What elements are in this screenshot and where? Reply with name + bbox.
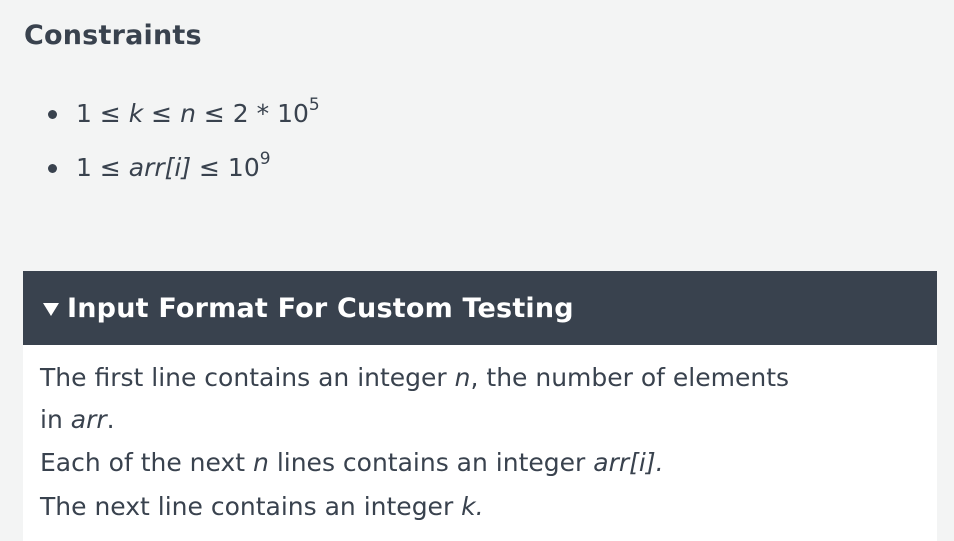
constraint-text: ≤ 10 xyxy=(191,153,260,182)
var-n: n xyxy=(454,363,471,392)
input-format-line-2: Each of the next n lines contains an int… xyxy=(40,441,919,485)
constraint-item-k-n: 1 ≤ k ≤ n ≤ 2 * 105 xyxy=(48,96,320,150)
input-format-heading: Input Format For Custom Testing xyxy=(67,292,574,324)
text: lines contains an integer xyxy=(268,448,594,477)
text: in xyxy=(40,405,71,434)
var-arr: arr xyxy=(70,405,107,434)
constraint-var-n: n xyxy=(180,99,196,128)
text: . xyxy=(106,405,115,434)
var-k: k. xyxy=(461,492,484,521)
constraint-var-k: k xyxy=(128,99,144,128)
problem-statement-section: Constraints 1 ≤ k ≤ n ≤ 2 * 105 1 ≤ arr[… xyxy=(0,0,954,541)
constraint-exponent: 9 xyxy=(259,149,271,169)
text: Each of the next xyxy=(40,448,254,477)
text: , the number of elements xyxy=(470,363,790,392)
input-format-line-1: The first line contains an integer n, th… xyxy=(40,357,919,441)
constraints-list: 1 ≤ k ≤ n ≤ 2 * 105 1 ≤ arr[i] ≤ 109 xyxy=(48,96,320,204)
input-format-line-3: The next line contains an integer k. xyxy=(40,485,919,529)
input-format-body: The first line contains an integer n, th… xyxy=(23,345,937,541)
constraint-text: 1 ≤ xyxy=(76,153,129,182)
constraint-item-arr: 1 ≤ arr[i] ≤ 109 xyxy=(48,150,320,204)
var-arr-i: arr[i]. xyxy=(593,448,664,477)
text: The next line contains an integer xyxy=(40,492,462,521)
constraint-var-arr: arr[i] xyxy=(128,153,192,182)
constraint-text: ≤ 2 * 10 xyxy=(195,99,309,128)
constraint-exponent: 5 xyxy=(308,95,320,115)
text: The first line contains an integer xyxy=(40,363,455,392)
var-n: n xyxy=(253,448,269,477)
constraints-heading: Constraints xyxy=(24,20,202,51)
caret-down-icon xyxy=(43,302,59,316)
constraint-text: ≤ xyxy=(143,99,181,128)
constraint-text: 1 ≤ xyxy=(76,99,129,128)
input-format-toggle[interactable]: Input Format For Custom Testing xyxy=(23,271,937,345)
